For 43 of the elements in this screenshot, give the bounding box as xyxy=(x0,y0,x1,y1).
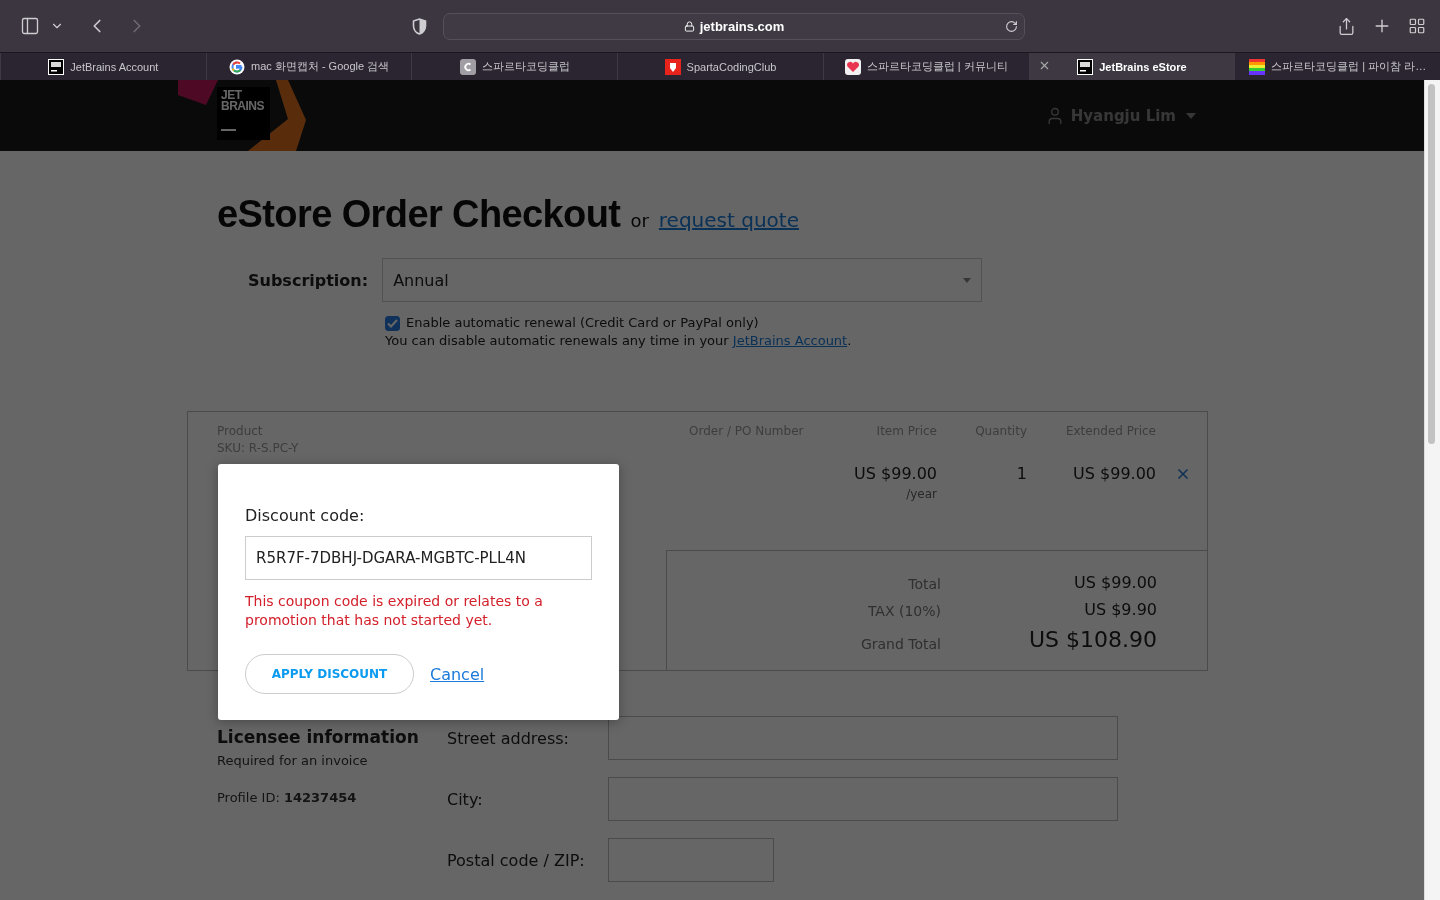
jetbrains-favicon-icon xyxy=(1077,58,1094,75)
input-field[interactable] xyxy=(608,838,774,882)
page-title: eStore Order Checkout xyxy=(217,193,621,236)
period-text: /year xyxy=(905,487,937,501)
reload-icon[interactable] xyxy=(1005,19,1018,33)
dialog-title: Discount code: xyxy=(245,506,366,525)
jetbrains-favicon-icon xyxy=(48,58,65,75)
share-icon[interactable] xyxy=(1337,16,1356,36)
lock-icon xyxy=(683,20,695,32)
total-value: US $9.90 xyxy=(1083,600,1157,619)
knight-favicon-icon xyxy=(664,58,681,75)
renewal-label: Enable automatic renewal (Credit Card or PayPal only) xyxy=(406,314,759,332)
caret-icon xyxy=(963,277,972,283)
input-field[interactable] xyxy=(608,777,1118,821)
rainbow-favicon-icon xyxy=(1249,58,1266,75)
sidebar-icon[interactable] xyxy=(20,16,40,36)
discount-code-field[interactable]: R5R7F-7DBHJ-DGARA-MGBTC-PLL4N xyxy=(245,536,592,580)
tab-overview-icon[interactable] xyxy=(1408,17,1426,35)
subscription-label: Subscription: xyxy=(248,270,369,290)
shield-icon[interactable] xyxy=(412,17,427,35)
google-favicon-icon xyxy=(229,58,245,75)
extended-price: US $99.00 xyxy=(1072,464,1156,485)
or-text: or xyxy=(630,210,649,231)
address-bar[interactable]: jetbrains.com xyxy=(443,12,1025,40)
quantity-cell-text: 1 xyxy=(1015,464,1027,485)
licensee-title: Licensee information xyxy=(217,727,420,747)
field-label: Postal code / ZIP: xyxy=(447,850,586,870)
profile-id: Profile ID: 14237454 xyxy=(217,790,358,805)
field-label: City: xyxy=(447,789,484,809)
error-message: This coupon code is expired or relates to a promotion that has not started yet. xyxy=(245,592,544,630)
input-field[interactable] xyxy=(608,716,1118,760)
cancel-link[interactable]: Cancel xyxy=(430,664,485,684)
total-value: US $99.00 xyxy=(1073,573,1157,592)
letter-favicon-icon xyxy=(459,58,476,75)
caret-icon xyxy=(1186,112,1196,119)
total-value: US $108.90 xyxy=(1027,627,1157,652)
licensee-subtitle: Required for an invoice xyxy=(217,753,369,768)
browser-tab[interactable]: JetBrains eStore xyxy=(1028,53,1235,80)
renewal-checkbox[interactable] xyxy=(385,315,400,331)
field-label: Street address: xyxy=(447,728,570,748)
renewal-note: You can disable automatic renewals any time in your JetBrains Account. xyxy=(385,332,853,350)
heart-favicon-icon xyxy=(844,58,861,75)
item-price: US $99.00 xyxy=(854,464,937,483)
